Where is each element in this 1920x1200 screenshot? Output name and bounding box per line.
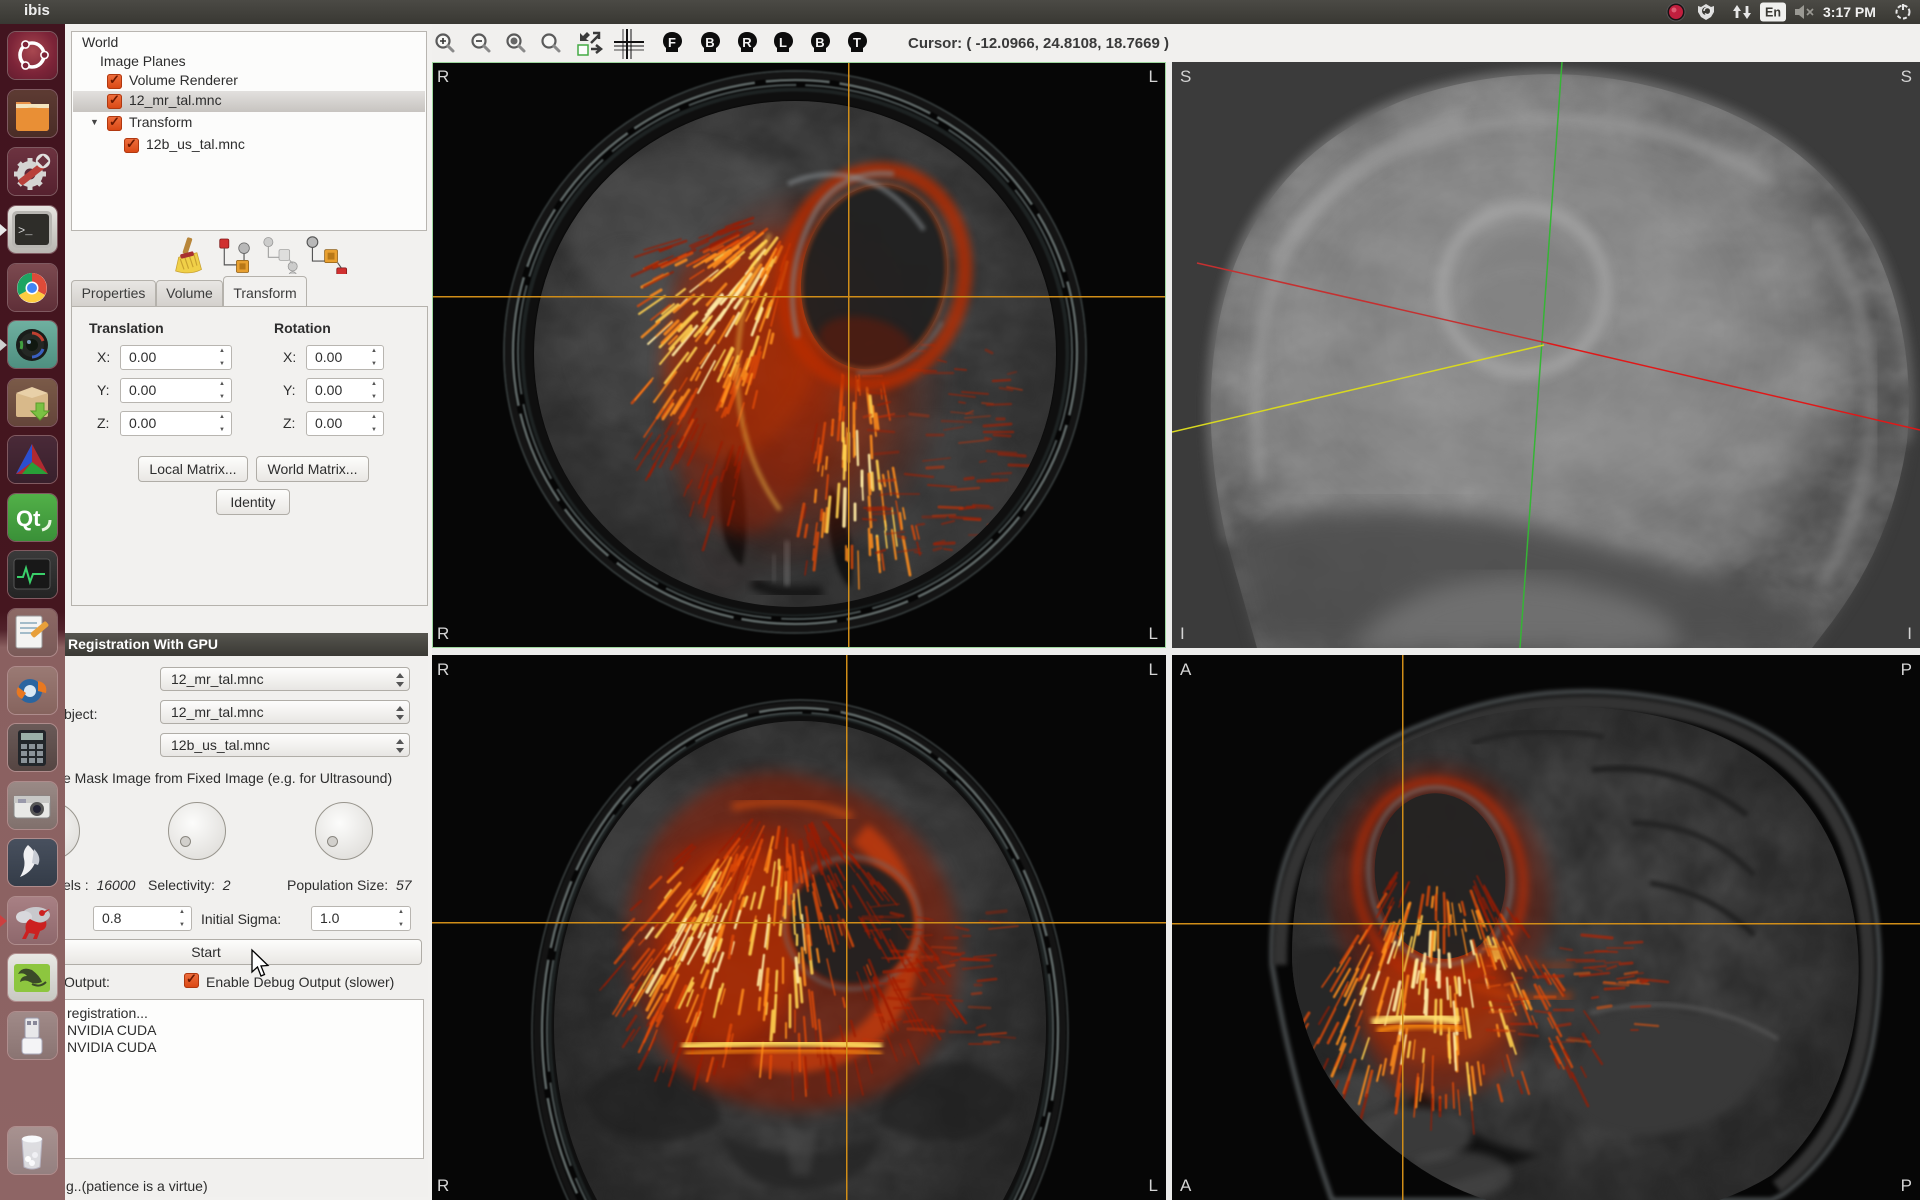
svg-text:R: R (742, 35, 752, 50)
svg-text:En: En (1765, 6, 1781, 20)
svg-text:B: B (705, 35, 714, 50)
svg-text:F: F (668, 35, 676, 50)
svg-text:3:17 PM: 3:17 PM (1823, 4, 1876, 20)
svg-text:T: T (853, 35, 861, 50)
svg-text:Qt: Qt (16, 506, 41, 531)
svg-text:B: B (815, 35, 824, 50)
svg-text:L: L (779, 35, 787, 50)
svg-text:>_: >_ (18, 224, 33, 238)
